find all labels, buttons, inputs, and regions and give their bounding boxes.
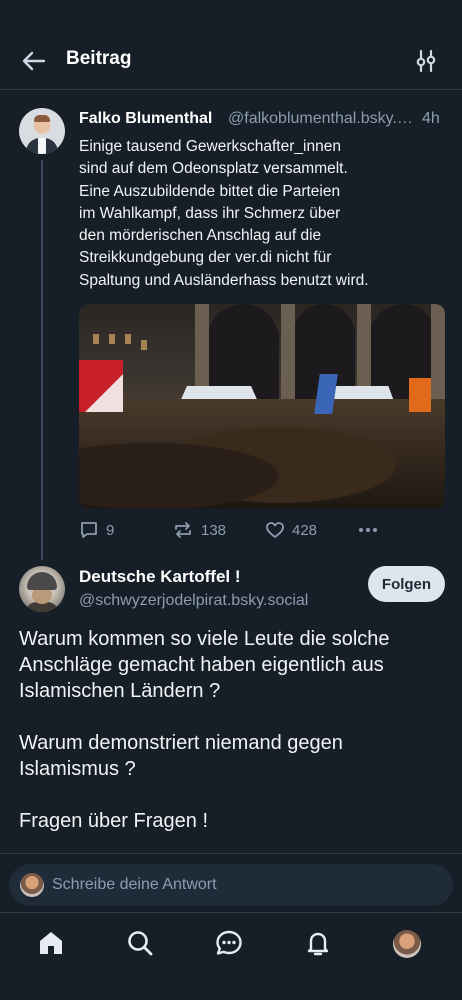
heart-icon	[266, 522, 284, 538]
repost-count: 138	[201, 521, 227, 539]
thread-connector-line	[41, 160, 43, 560]
page-title: Beitrag	[66, 48, 132, 69]
reply-input[interactable]: Schreibe deine Antwort	[9, 864, 453, 906]
thread-settings-button[interactable]	[412, 48, 440, 74]
author-avatar[interactable]	[19, 108, 65, 154]
home-icon	[40, 932, 62, 954]
repost-icon	[175, 522, 191, 538]
post-author-handle[interactable]: @falkoblumenthal.bsky.social	[228, 110, 414, 128]
nav-home[interactable]	[36, 928, 66, 958]
post-timestamp: 4h	[422, 110, 440, 127]
repost-action[interactable]: 138	[172, 518, 226, 542]
reply-count: 9	[106, 521, 115, 539]
sliders-icon	[416, 49, 436, 73]
like-action[interactable]: 428	[265, 518, 317, 542]
reply-action[interactable]: 9	[79, 518, 114, 542]
post-author-name[interactable]: Deutsche Kartoffel !	[79, 567, 241, 587]
post-author-name[interactable]: Falko Blumenthal	[79, 110, 212, 128]
more-horizontal-icon	[359, 528, 377, 532]
top-bar: Beitrag	[0, 0, 462, 90]
bottom-navigation	[0, 912, 462, 1000]
back-button[interactable]	[20, 48, 48, 74]
chat-icon	[216, 930, 242, 955]
divider	[0, 853, 462, 854]
search-icon	[128, 931, 153, 956]
reply-placeholder: Schreibe deine Antwort	[52, 876, 217, 893]
bell-icon	[307, 932, 329, 956]
follow-button[interactable]: Folgen	[368, 566, 445, 602]
author-avatar[interactable]	[19, 566, 65, 612]
nav-notifications[interactable]	[303, 928, 333, 958]
post-text: Einige tausend Gewerkschafter_innen sind…	[79, 138, 369, 289]
post-text: Warum kommen so viele Leute die solche A…	[19, 628, 390, 832]
more-options-button[interactable]	[357, 518, 379, 542]
arrow-left-icon	[22, 51, 46, 71]
post-image[interactable]	[79, 304, 445, 509]
like-count: 428	[292, 521, 318, 539]
nav-profile-avatar[interactable]	[393, 930, 421, 958]
nav-search[interactable]	[125, 928, 155, 958]
post-author-handle[interactable]: @schwyzerjodelpirat.bsky.social	[79, 592, 308, 610]
reply-icon	[81, 522, 97, 538]
avatar	[20, 873, 44, 897]
nav-chat[interactable]	[214, 928, 244, 958]
